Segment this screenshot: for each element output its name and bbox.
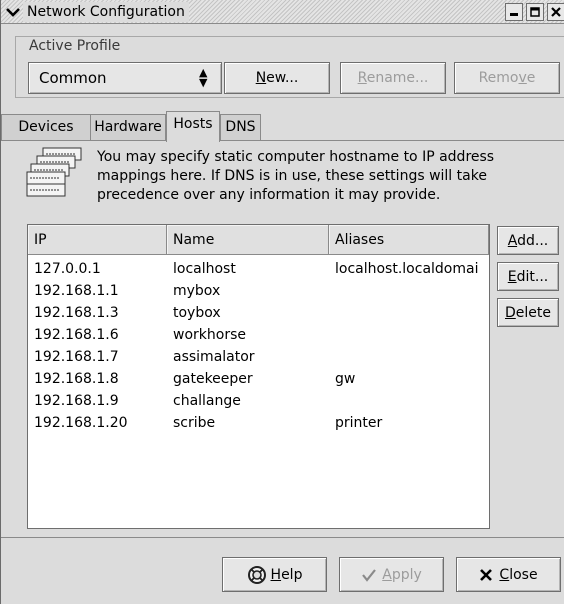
column-header-name[interactable]: Name bbox=[167, 225, 329, 254]
checkmark-icon bbox=[362, 568, 377, 582]
edit-host-label: Edit... bbox=[507, 268, 549, 285]
cell-aliases: localhost.localdomai bbox=[335, 261, 479, 277]
window-menu-button[interactable] bbox=[4, 3, 22, 20]
active-profile-label: Active Profile bbox=[27, 37, 123, 55]
help-button[interactable]: Help bbox=[222, 557, 327, 592]
add-host-button[interactable]: Add... bbox=[497, 226, 559, 255]
cell-aliases: gw bbox=[335, 371, 356, 387]
rename-profile-button[interactable]: Rename... bbox=[340, 62, 446, 94]
tab-hosts[interactable]: Hosts bbox=[166, 111, 220, 142]
apply-button[interactable]: Apply bbox=[339, 557, 444, 592]
cell-name: workhorse bbox=[173, 327, 246, 343]
minimize-icon bbox=[510, 13, 518, 16]
hosts-table-header: IP Name Aliases bbox=[28, 225, 489, 255]
cell-name: assimalator bbox=[173, 349, 255, 365]
table-row[interactable]: 127.0.0.1 localhost localhost.localdomai bbox=[28, 258, 489, 280]
table-row[interactable]: 192.168.1.8 gatekeeper gw bbox=[28, 368, 489, 390]
tab-hosts-label: Hosts bbox=[173, 116, 213, 132]
lifebuoy-icon bbox=[247, 565, 266, 584]
maximize-button[interactable] bbox=[526, 3, 544, 21]
minimize-button[interactable] bbox=[505, 3, 523, 21]
edit-host-button[interactable]: Edit... bbox=[497, 262, 559, 291]
title-bar[interactable]: Network Configuration bbox=[1, 0, 564, 24]
profile-select-value: Common bbox=[39, 69, 107, 87]
tab-devices[interactable]: Devices bbox=[1, 114, 91, 141]
tab-devices-label: Devices bbox=[18, 119, 74, 135]
cell-ip: 192.168.1.7 bbox=[34, 349, 119, 365]
cell-name: localhost bbox=[173, 261, 236, 277]
table-row[interactable]: 192.168.1.3 toybox bbox=[28, 302, 489, 324]
tab-dns[interactable]: DNS bbox=[220, 114, 261, 141]
hosts-table[interactable]: IP Name Aliases 127.0.0.1 localhost localh… bbox=[27, 224, 490, 529]
hosts-description: You may specify static computer hostname… bbox=[97, 149, 495, 203]
cell-ip: 192.168.1.20 bbox=[34, 415, 128, 431]
column-header-ip[interactable]: IP bbox=[28, 225, 167, 254]
help-label: Help bbox=[270, 566, 303, 583]
new-profile-label: New... bbox=[255, 70, 299, 86]
new-profile-button[interactable]: New... bbox=[224, 62, 330, 94]
close-icon bbox=[551, 7, 561, 17]
close-label: Close bbox=[499, 566, 538, 583]
profile-select[interactable]: Common ▲ ▼ bbox=[28, 62, 222, 94]
rename-profile-label: Rename... bbox=[357, 70, 429, 86]
close-button[interactable]: Close bbox=[456, 557, 561, 592]
table-row[interactable]: 192.168.1.20 scribe printer bbox=[28, 412, 489, 434]
column-header-aliases[interactable]: Aliases bbox=[329, 225, 489, 254]
table-row[interactable]: 192.168.1.6 workhorse bbox=[28, 324, 489, 346]
cell-ip: 192.168.1.9 bbox=[34, 393, 119, 409]
cell-name: toybox bbox=[173, 305, 221, 321]
tab-dns-label: DNS bbox=[225, 119, 256, 135]
x-icon bbox=[480, 568, 493, 581]
spinner-arrows-icon: ▲ ▼ bbox=[199, 66, 208, 89]
cell-name: mybox bbox=[173, 283, 221, 299]
close-window-button[interactable] bbox=[547, 3, 564, 21]
remove-profile-label: Remove bbox=[478, 70, 536, 86]
chevron-down-icon bbox=[6, 7, 20, 17]
hosts-table-body: 127.0.0.1 localhost localhost.localdomai 19… bbox=[28, 258, 489, 434]
cell-ip: 127.0.0.1 bbox=[34, 261, 101, 277]
tab-hardware[interactable]: Hardware bbox=[90, 114, 166, 141]
address-list-icon bbox=[26, 147, 82, 197]
tab-hardware-label: Hardware bbox=[94, 119, 162, 135]
cell-ip: 192.168.1.8 bbox=[34, 371, 119, 387]
apply-label: Apply bbox=[382, 566, 422, 583]
table-row[interactable]: 192.168.1.9 challange bbox=[28, 390, 489, 412]
cell-name: scribe bbox=[173, 415, 216, 431]
network-configuration-window: Network Configuration Active Profile Com… bbox=[0, 0, 564, 604]
delete-host-button[interactable]: Delete bbox=[497, 298, 559, 327]
maximize-icon bbox=[530, 7, 540, 17]
cell-aliases: printer bbox=[335, 415, 383, 431]
cell-name: challange bbox=[173, 393, 241, 409]
delete-host-label: Delete bbox=[505, 304, 551, 321]
add-host-label: Add... bbox=[507, 232, 549, 249]
cell-ip: 192.168.1.3 bbox=[34, 305, 119, 321]
cell-ip: 192.168.1.6 bbox=[34, 327, 119, 343]
cell-name: gatekeeper bbox=[173, 371, 253, 387]
table-row[interactable]: 192.168.1.1 mybox bbox=[28, 280, 489, 302]
cell-ip: 192.168.1.1 bbox=[34, 283, 119, 299]
window-title: Network Configuration bbox=[23, 2, 189, 22]
remove-profile-button[interactable]: Remove bbox=[454, 62, 560, 94]
table-row[interactable]: 192.168.1.7 assimalator bbox=[28, 346, 489, 368]
